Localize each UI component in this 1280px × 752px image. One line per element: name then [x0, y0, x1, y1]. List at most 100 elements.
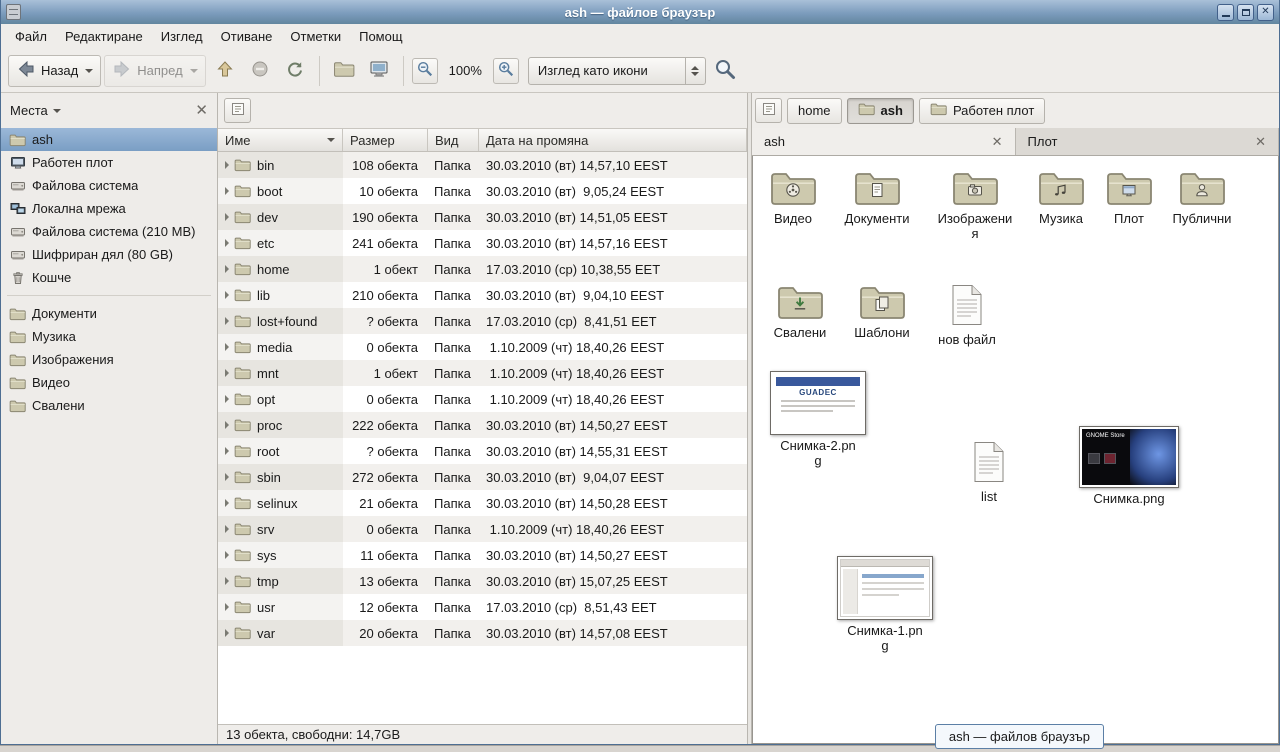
expander-icon[interactable] — [225, 395, 229, 403]
icon-view-item[interactable]: нов файл — [922, 284, 1012, 347]
expander-icon[interactable] — [225, 369, 229, 377]
expander-icon[interactable] — [225, 629, 229, 637]
expander-icon[interactable] — [225, 473, 229, 481]
table-row[interactable]: tmp13 обектаПапка30.03.2010 (вт) 15,07,2… — [218, 568, 747, 594]
expander-icon[interactable] — [225, 577, 229, 585]
icon-view-item[interactable]: GUADECСнимка-2.png — [773, 371, 863, 469]
table-row[interactable]: mnt1 обектПапка 1.10.2009 (чт) 18,40,26 … — [218, 360, 747, 386]
home-button[interactable] — [328, 55, 360, 87]
back-history-dropdown-icon[interactable] — [85, 69, 93, 73]
table-row[interactable]: lost+found? обектаПапка17.03.2010 (ср) 8… — [218, 308, 747, 334]
table-row[interactable]: sbin272 обектаПапка30.03.2010 (вт) 9,04,… — [218, 464, 747, 490]
sidebar-mode-select[interactable]: Места — [10, 103, 61, 118]
tab-desktop[interactable]: Плот ✕ — [1016, 128, 1280, 155]
menu-view[interactable]: Изглед — [152, 26, 212, 47]
expander-icon[interactable] — [225, 499, 229, 507]
table-row[interactable]: home1 обектПапка17.03.2010 (ср) 10,38,55… — [218, 256, 747, 282]
icon-view-item[interactable]: Свалени — [755, 282, 845, 340]
expander-icon[interactable] — [225, 525, 229, 533]
close-button[interactable]: ✕ — [1257, 4, 1274, 21]
icon-view-item[interactable]: Шаблони — [837, 282, 927, 340]
path-button-desktop[interactable]: Работен плот — [919, 98, 1045, 124]
sidebar-item[interactable]: Музика — [1, 325, 217, 348]
path-button-home[interactable]: home — [787, 98, 842, 124]
icon-view-item[interactable]: Снимка-1.png — [840, 556, 930, 654]
expander-icon[interactable] — [225, 187, 229, 195]
table-row[interactable]: srv0 обектаПапка 1.10.2009 (чт) 18,40,26… — [218, 516, 747, 542]
view-mode-select[interactable]: Изглед като икони — [528, 57, 706, 85]
table-row[interactable]: selinux21 обектаПапка30.03.2010 (вт) 14,… — [218, 490, 747, 516]
table-row[interactable]: dev190 обектаПапка30.03.2010 (вт) 14,51,… — [218, 204, 747, 230]
expander-icon[interactable] — [225, 239, 229, 247]
column-header[interactable]: Име — [218, 129, 343, 151]
forward-history-dropdown-icon[interactable] — [190, 69, 198, 73]
table-row[interactable]: root? обектаПапка30.03.2010 (вт) 14,55,3… — [218, 438, 747, 464]
sidebar-item[interactable]: Файлова система — [1, 174, 217, 197]
path-button-ash[interactable]: ash — [847, 98, 914, 124]
icon-view-item[interactable]: Документи — [832, 168, 922, 226]
table-row[interactable]: boot10 обектаПапка30.03.2010 (вт) 9,05,2… — [218, 178, 747, 204]
menu-file[interactable]: Файл — [6, 26, 56, 47]
search-button[interactable] — [709, 55, 741, 87]
taskbar-window-button[interactable]: ash — файлов браузър — [935, 724, 1104, 749]
expander-icon[interactable] — [225, 551, 229, 559]
title-bar[interactable]: ash — файлов браузър ✕ — [1, 0, 1279, 24]
expander-icon[interactable] — [225, 265, 229, 273]
sidebar-item[interactable]: Изображения — [1, 348, 217, 371]
sidebar-item[interactable]: Документи — [1, 302, 217, 325]
column-header[interactable]: Дата на промяна — [479, 129, 747, 151]
column-header[interactable]: Вид — [428, 129, 479, 151]
sidebar-item[interactable]: Видео — [1, 371, 217, 394]
icon-view-item[interactable]: list — [944, 441, 1034, 504]
menu-edit[interactable]: Редактиране — [56, 26, 152, 47]
icon-view-item[interactable]: Изображения — [930, 168, 1020, 242]
computer-button[interactable] — [363, 55, 395, 87]
icon-view-item[interactable]: Публични — [1157, 168, 1247, 226]
sidebar-item[interactable]: Свалени — [1, 394, 217, 417]
sidebar-item[interactable]: ash — [1, 128, 217, 151]
menu-go[interactable]: Отиване — [212, 26, 282, 47]
expander-icon[interactable] — [225, 317, 229, 325]
minimize-button[interactable] — [1217, 4, 1234, 21]
table-row[interactable]: etc241 обектаПапка30.03.2010 (вт) 14,57,… — [218, 230, 747, 256]
location-toggle-button[interactable] — [224, 98, 251, 123]
zoom-out-button[interactable] — [412, 58, 438, 84]
sidebar-item[interactable]: Кошче — [1, 266, 217, 289]
icon-view-item[interactable]: GNOME StoreСнимка.png — [1084, 426, 1174, 506]
table-row[interactable]: var20 обектаПапка30.03.2010 (вт) 14,57,0… — [218, 620, 747, 646]
expander-icon[interactable] — [225, 161, 229, 169]
table-row[interactable]: usr12 обектаПапка17.03.2010 (ср) 8,51,43… — [218, 594, 747, 620]
table-row[interactable]: proc222 обектаПапка30.03.2010 (вт) 14,50… — [218, 412, 747, 438]
expander-icon[interactable] — [225, 447, 229, 455]
sidebar-close-icon[interactable]: ✕ — [195, 103, 208, 118]
sidebar-item[interactable]: Файлова система (210 MB) — [1, 220, 217, 243]
expander-icon[interactable] — [225, 291, 229, 299]
close-tab-icon[interactable]: ✕ — [1255, 135, 1266, 148]
expander-icon[interactable] — [225, 343, 229, 351]
table-row[interactable]: opt0 обектаПапка 1.10.2009 (чт) 18,40,26… — [218, 386, 747, 412]
table-row[interactable]: lib210 обектаПапка30.03.2010 (вт) 9,04,1… — [218, 282, 747, 308]
zoom-in-button[interactable] — [493, 58, 519, 84]
column-header[interactable]: Размер — [343, 129, 428, 151]
location-toggle-button[interactable] — [755, 98, 782, 123]
stop-button[interactable] — [244, 55, 276, 87]
reload-button[interactable] — [279, 55, 311, 87]
sidebar-item[interactable]: Работен плот — [1, 151, 217, 174]
menu-bookmarks[interactable]: Отметки — [281, 26, 350, 47]
back-button[interactable]: Назад — [8, 55, 101, 87]
table-row[interactable]: media0 обектаПапка 1.10.2009 (чт) 18,40,… — [218, 334, 747, 360]
table-row[interactable]: sys11 обектаПапка30.03.2010 (вт) 14,50,2… — [218, 542, 747, 568]
menu-help[interactable]: Помощ — [350, 26, 411, 47]
maximize-button[interactable] — [1237, 4, 1254, 21]
icon-view-item[interactable]: Видео — [752, 168, 838, 226]
close-tab-icon[interactable]: ✕ — [992, 135, 1003, 148]
icon-view[interactable]: ВидеоДокументиИзображенияМузикаПлотПубли… — [752, 156, 1279, 744]
up-button[interactable] — [209, 55, 241, 87]
tab-ash[interactable]: ash ✕ — [752, 128, 1016, 155]
expander-icon[interactable] — [225, 213, 229, 221]
sidebar-item[interactable]: Шифриран дял (80 GB) — [1, 243, 217, 266]
forward-button[interactable]: Напред — [104, 55, 205, 87]
sidebar-item[interactable]: Локална мрежа — [1, 197, 217, 220]
expander-icon[interactable] — [225, 421, 229, 429]
table-row[interactable]: bin108 обектаПапка30.03.2010 (вт) 14,57,… — [218, 152, 747, 178]
